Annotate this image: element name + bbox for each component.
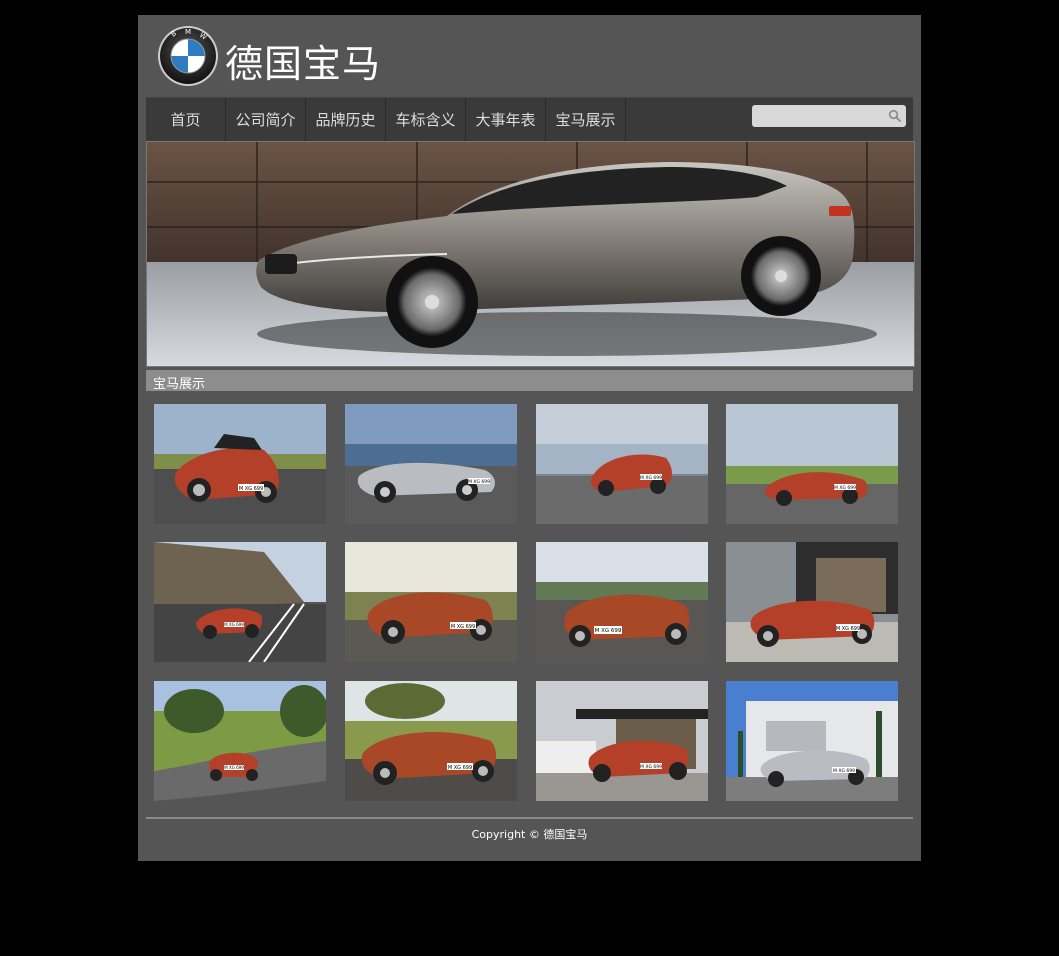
banner-car-image [146,141,915,367]
footer-copyright: Copyright © 德国宝马 [471,828,588,841]
search-input[interactable] [756,107,886,125]
car-photo: M XG 699 [536,404,708,524]
car-photo: M XG 699 [726,404,898,524]
page-container: B M W 德国宝马 首页 公司简介 品牌历史 车标含义 大事年表 宝马展示 宝… [138,15,921,861]
gallery-thumb[interactable]: M XG 699 [154,681,326,801]
nav-item-showcase[interactable]: 宝马展示 [546,98,626,141]
gallery-thumb[interactable]: M XG 699 [536,404,708,524]
section-title-bar: 宝马展示 [146,370,913,392]
gallery-thumb[interactable]: M XG 699 [726,404,898,524]
car-photo: M XG 699 [154,542,326,662]
car-photo: M XG 699 [154,681,326,801]
nav-item-logo-meaning[interactable]: 车标含义 [386,98,466,141]
gallery-thumb[interactable]: M XG 699 [345,404,517,524]
svg-text:M: M [185,28,191,36]
license-plate: M XG 699 [224,765,244,770]
gallery-thumb[interactable]: M XG 699 [154,404,326,524]
car-photo: M XG 699 [536,681,708,801]
gallery-thumb[interactable]: M XG 699 [536,681,708,801]
car-photo: M XG 699 [345,542,517,662]
license-plate: M XG 699 [595,628,622,634]
license-plate: M XG 699 [836,626,860,632]
license-plate: M XG 699 [451,624,475,630]
license-plate: M XG 699 [468,479,490,485]
gallery-thumb[interactable]: M XG 699 [726,542,898,662]
section-title: 宝马展示 [153,377,206,392]
car-photo: M XG 699 [345,404,517,524]
search-box [752,105,906,127]
main-nav: 首页 公司简介 品牌历史 车标含义 大事年表 宝马展示 [146,97,913,141]
search-icon[interactable] [888,109,902,123]
car-photo: M XG 699 [345,681,517,801]
gallery-thumb[interactable]: M XG 699 [345,542,517,662]
license-plate: M XG 699 [834,485,856,491]
car-photo: M XG 699 [726,681,898,801]
license-plate: M XG 699 [640,764,662,770]
gallery-thumb[interactable]: M XG 699 [726,681,898,801]
license-plate: M XG 699 [833,768,855,774]
license-plate: M XG 699 [640,475,662,481]
bmw-logo-icon[interactable]: B M W [157,25,219,87]
license-plate: M XG 699 [448,765,472,771]
car-photo: M XG 699 [536,542,708,662]
nav-item-company[interactable]: 公司简介 [226,98,306,141]
brand-title: 德国宝马 [225,42,382,86]
footer-divider [146,817,913,819]
license-plate: M XG 699 [239,486,263,492]
nav-item-timeline[interactable]: 大事年表 [466,98,546,141]
gallery-thumb[interactable]: M XG 699 [345,681,517,801]
nav-item-history[interactable]: 品牌历史 [306,98,386,141]
gallery-thumb[interactable]: M XG 699 [154,542,326,662]
car-photo: M XG 699 [726,542,898,662]
license-plate: M XG 699 [224,622,244,627]
gallery-thumb[interactable]: M XG 699 [536,542,708,662]
nav-item-home[interactable]: 首页 [146,98,226,141]
car-photo: M XG 699 [154,404,326,524]
